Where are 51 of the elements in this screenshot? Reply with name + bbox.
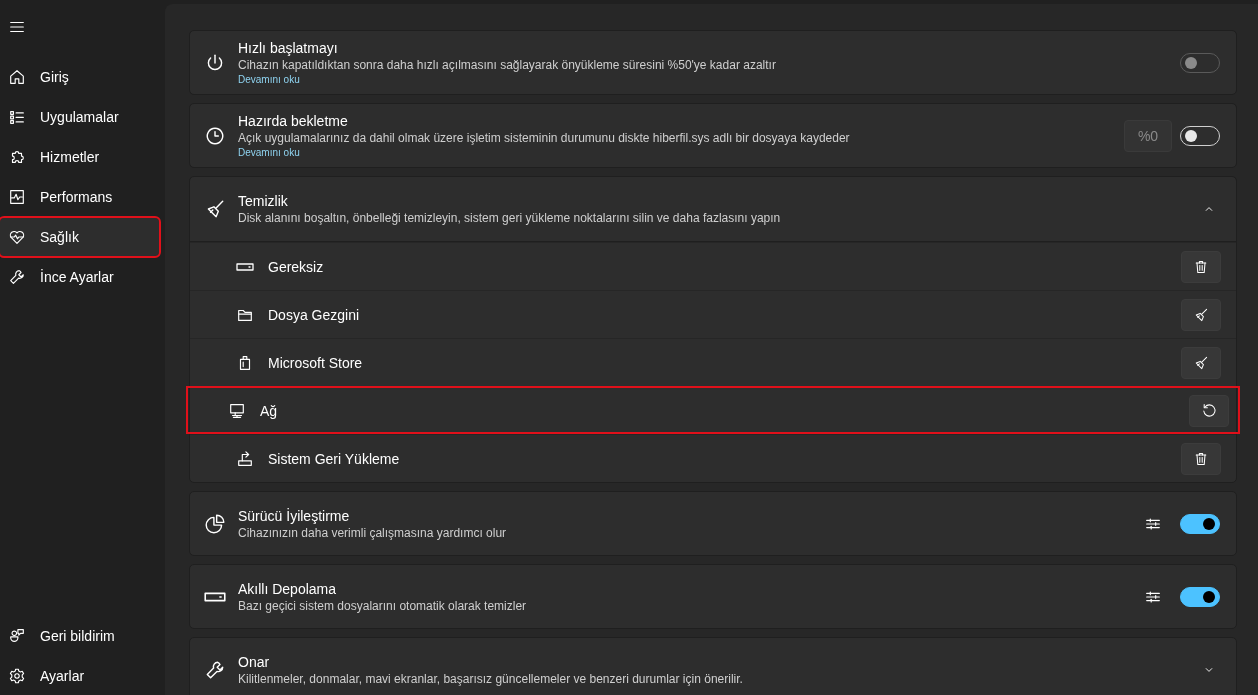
settings-icon [8,667,26,685]
list-icon [8,108,26,126]
broom-button[interactable] [1181,298,1221,331]
broom-icon [1193,306,1209,323]
toggle-switch[interactable] [1180,513,1220,534]
broom-button[interactable] [1181,346,1221,379]
computer-icon [228,401,246,420]
nav-item[interactable]: Performans [0,178,159,216]
drive-icon [204,591,226,602]
item-label: Ağ [260,402,279,419]
trash-icon [1193,450,1209,467]
delete-button[interactable] [1181,250,1221,283]
item-label: Microsoft Store [268,354,364,371]
setting-description: Bazı geçici sistem dosyalarını otomatik olarak temizler [238,597,527,614]
item-label: Dosya Gezgini [268,306,361,323]
nav-item[interactable]: Ayarlar [0,657,159,695]
heartbeat-icon [8,228,26,246]
delete-button[interactable] [1181,442,1221,475]
setting-title: Akıllı Depolama [238,579,337,598]
setting-title: Temizlik [238,192,288,210]
setting-description: Açık uygulamalarınız da dahil olmak üzere işletim sisteminin durumunu diskte hiberfil.sys adlı bir dosyaya kaydeder [238,130,850,146]
nav-item[interactable]: Hizmetler [0,138,159,176]
setting-description: Cihazın kapatıldıktan sonra daha hızlı açılmasını sağlayarak önyükleme süresini %50'ye kadar azaltır [238,57,776,73]
wrench-icon [8,268,26,286]
setting-description: Kilitlenmeler, donmalar, mavi ekranlar, başarısız güncellemeler ve benzeri durumlar için önerilir. [238,670,743,687]
nav-item[interactable]: Sağlık [0,218,159,256]
drive-icon [236,262,254,271]
read-more-link[interactable]: Devamını oku [238,73,300,86]
feedback-icon [8,627,26,645]
nav-item[interactable]: Giriş [0,58,159,96]
setting-description: Cihazınızın daha verimli çalışmasına yardımcı olur [238,524,507,541]
item-label: Sistem Geri Yükleme [268,450,401,467]
trash-icon [1193,258,1209,275]
read-more-link[interactable]: Devamını oku [238,146,300,159]
home-icon [8,68,26,86]
nav-item[interactable]: Geri bildirim [0,617,159,655]
pie-chart-icon [204,512,226,535]
item-label: Gereksiz [268,258,325,275]
setting-title: Hazırda bekletme [238,112,348,130]
setting-title: Hızlı başlatmayı [238,39,338,57]
setting-title: Sürücü İyileştirme [238,506,350,525]
setting-description: Disk alanını boşaltın, önbelleği temizleyin, sistem geri yükleme noktalarını silin ve daha fazlasını yapın [238,210,781,226]
setting-title: Onar [238,652,270,671]
broom-icon [1193,354,1209,371]
pulse-icon [8,188,26,206]
nav-item[interactable]: İnce Ayarlar [0,258,159,296]
reset-icon [1201,402,1217,419]
nav-item[interactable]: Uygulamalar [0,98,159,136]
toggle-switch[interactable] [1180,586,1220,607]
restore-icon [236,449,254,468]
reset-button[interactable] [1189,394,1229,427]
